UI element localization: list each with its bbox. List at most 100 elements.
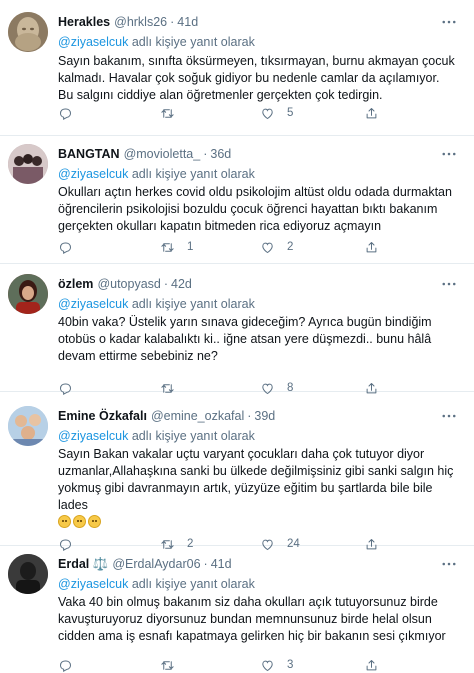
avatar-image xyxy=(8,274,48,314)
timestamp[interactable]: 41d xyxy=(177,15,198,29)
mention-link[interactable]: @ziyaselcuk xyxy=(58,35,128,49)
retweet-button[interactable] xyxy=(160,654,187,673)
display-name[interactable]: BANGTAN xyxy=(58,147,120,161)
more-icon xyxy=(442,152,456,156)
reply-button[interactable] xyxy=(58,236,85,258)
more-button[interactable] xyxy=(440,406,462,426)
retweet-button[interactable] xyxy=(160,102,187,124)
tweet-text: Vaka 40 bin olmuş bakanım siz daha okull… xyxy=(58,595,446,643)
like-button[interactable]: 2 xyxy=(260,236,293,258)
emoji-row xyxy=(58,515,103,529)
tweet-header: Erdal ⚖️ @ErdalAydar06 · 41d xyxy=(58,554,462,574)
replying-to-text: adlı kişiye yanıt olarak xyxy=(131,577,255,591)
heart-icon xyxy=(262,108,273,119)
replying-to: @ziyaselcuk adlı kişiye yanıt olarak xyxy=(58,576,255,592)
tweet[interactable]: BANGTAN @movioletta_ · 36d @ziyaselcuk adlı… xyxy=(0,136,474,264)
more-button[interactable] xyxy=(440,554,462,574)
tweet-header: özlem @utopyasd · 42d xyxy=(58,274,462,294)
reply-icon xyxy=(59,107,72,120)
more-icon xyxy=(442,282,456,286)
separator-dot: · xyxy=(247,409,252,423)
share-button[interactable] xyxy=(364,102,379,124)
tweet-actions: 3 xyxy=(58,654,462,673)
timestamp[interactable]: 41d xyxy=(211,557,232,571)
worried-face-icon xyxy=(73,515,86,528)
tweet-actions: 1 2 xyxy=(58,236,462,258)
display-name[interactable]: özlem xyxy=(58,277,93,291)
avatar[interactable] xyxy=(8,554,48,594)
tweet[interactable]: Herakles @hrkls26 · 41d @ziyaselcuk adlı ki… xyxy=(0,0,474,136)
user-handle[interactable]: @hrkls26 xyxy=(114,15,167,29)
avatar-image xyxy=(8,12,48,52)
heart-icon xyxy=(262,242,273,253)
mention-link[interactable]: @ziyaselcuk xyxy=(58,297,128,311)
timestamp[interactable]: 39d xyxy=(254,409,275,423)
display-name[interactable]: Emine Özkafalı xyxy=(58,409,147,423)
tweet-header: Emine Özkafalı @emine_ozkafal · 39d xyxy=(58,406,462,426)
timestamp[interactable]: 36d xyxy=(210,147,231,161)
avatar[interactable] xyxy=(8,406,48,446)
like-button[interactable]: 3 xyxy=(260,654,293,673)
reply-button[interactable] xyxy=(58,654,85,673)
tweet-text-body: Sayın Bakan vakalar uçtu varyant çocukla… xyxy=(58,447,454,512)
share-icon xyxy=(366,241,377,252)
reply-icon xyxy=(59,241,72,254)
replying-to-text: adlı kişiye yanıt olarak xyxy=(131,297,255,311)
tweet[interactable]: Erdal ⚖️ @ErdalAydar06 · 41d @ziyaselcuk ad… xyxy=(0,546,474,673)
avatar[interactable] xyxy=(8,12,48,52)
timestamp[interactable]: 42d xyxy=(171,277,192,291)
tweet[interactable]: özlem @utopyasd · 42d @ziyaselcuk adlı kişi… xyxy=(0,264,474,395)
replying-to-text: adlı kişiye yanıt olarak xyxy=(131,35,255,49)
more-icon xyxy=(442,20,456,24)
like-count: 3 xyxy=(287,659,294,671)
tweet-text: Sayın Bakan vakalar uçtu varyant çocukla… xyxy=(58,446,456,531)
retweet-icon xyxy=(161,242,174,252)
mention-link[interactable]: @ziyaselcuk xyxy=(58,167,128,181)
avatar[interactable] xyxy=(8,144,48,184)
like-count: 5 xyxy=(287,107,294,119)
tweet-text: Sayın bakanım, sınıfta öksürmeyen, tıksı… xyxy=(58,54,455,102)
like-count: 2 xyxy=(287,241,294,253)
avatar[interactable] xyxy=(8,274,48,314)
replying-to: @ziyaselcuk adlı kişiye yanıt olarak xyxy=(58,166,255,182)
name-badge: ⚖️ xyxy=(92,557,109,571)
avatar-image xyxy=(8,554,48,594)
separator-dot: · xyxy=(163,277,169,291)
more-button[interactable] xyxy=(440,144,462,164)
mention-link[interactable]: @ziyaselcuk xyxy=(58,429,128,443)
separator-dot: · xyxy=(170,15,175,29)
avatar-image xyxy=(8,406,48,446)
user-handle[interactable]: @utopyasd xyxy=(97,277,160,291)
more-button[interactable] xyxy=(440,274,462,294)
retweet-icon xyxy=(161,660,174,670)
user-handle[interactable]: @emine_ozkafal xyxy=(151,409,244,423)
more-button[interactable] xyxy=(440,12,462,32)
user-handle[interactable]: @movioletta_ xyxy=(124,147,201,161)
heart-icon xyxy=(262,660,273,671)
retweet-icon xyxy=(161,108,174,118)
tweet-header: BANGTAN @movioletta_ · 36d xyxy=(58,144,462,164)
tweet-header: Herakles @hrkls26 · 41d xyxy=(58,12,462,32)
share-icon xyxy=(366,107,377,118)
replying-to-text: adlı kişiye yanıt olarak xyxy=(131,167,255,181)
share-button[interactable] xyxy=(364,654,379,673)
tweet-text: 40bin vaka? Üstelik yarın sınava gideceğ… xyxy=(58,315,432,363)
user-handle[interactable]: @ErdalAydar06 xyxy=(112,557,200,571)
like-button[interactable]: 5 xyxy=(260,102,293,124)
retweet-button[interactable]: 1 xyxy=(160,236,193,258)
more-icon xyxy=(442,562,456,566)
share-icon xyxy=(366,659,377,670)
separator-dot: · xyxy=(203,147,208,161)
mention-link[interactable]: @ziyaselcuk xyxy=(58,577,128,591)
worried-face-icon xyxy=(58,515,71,528)
replying-to: @ziyaselcuk adlı kişiye yanıt olarak xyxy=(58,34,255,50)
tweet-actions: 5 xyxy=(58,102,462,124)
tweet[interactable]: Emine Özkafalı @emine_ozkafal · 39d @ziyase… xyxy=(0,392,474,551)
replying-to: @ziyaselcuk adlı kişiye yanıt olarak xyxy=(58,428,255,444)
display-name[interactable]: Herakles xyxy=(58,15,110,29)
reply-icon xyxy=(59,659,72,672)
reply-button[interactable] xyxy=(58,102,85,124)
display-name[interactable]: Erdal xyxy=(58,557,89,571)
share-button[interactable] xyxy=(364,236,379,258)
retweet-count: 1 xyxy=(187,241,194,253)
